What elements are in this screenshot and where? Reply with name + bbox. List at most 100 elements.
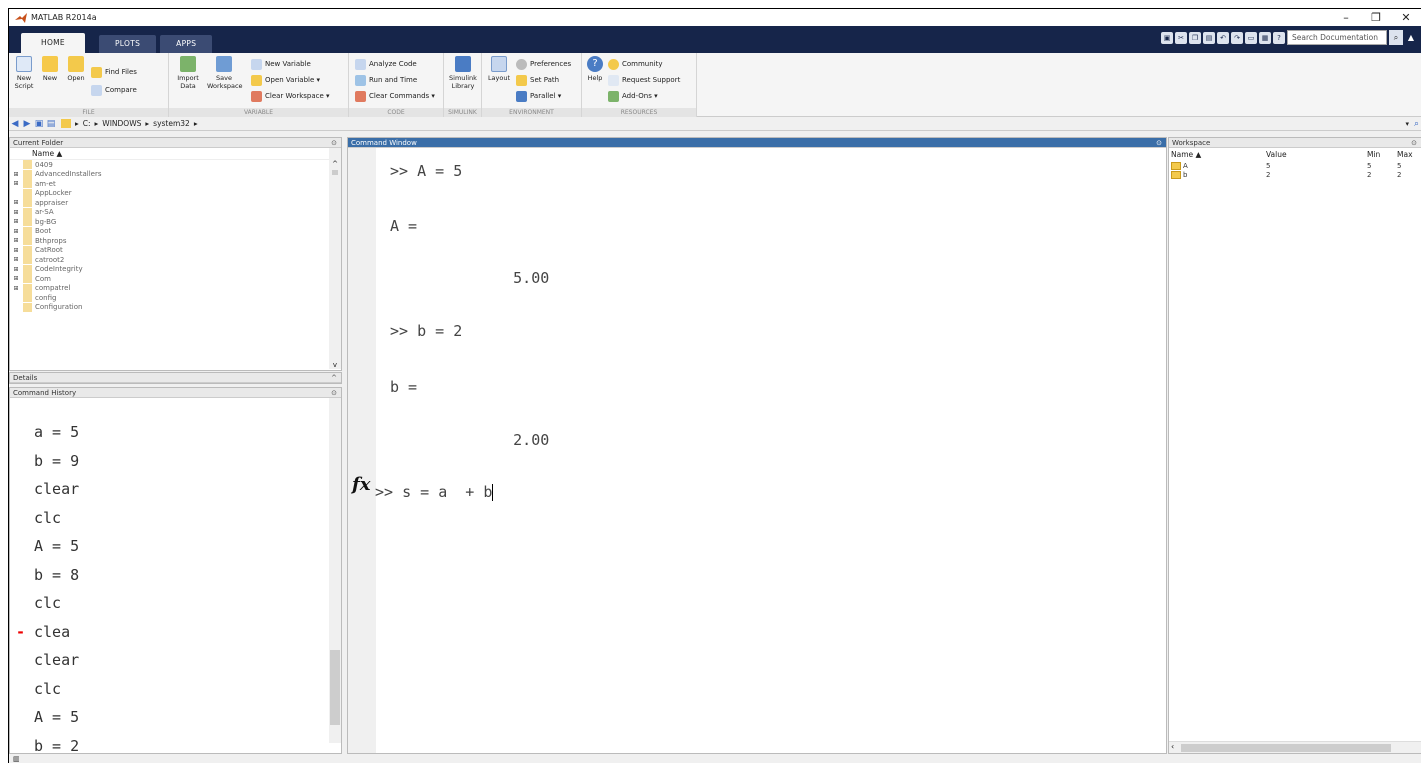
- request-support-button[interactable]: Request Support: [608, 73, 680, 87]
- current-folder-scrollbar[interactable]: ^ v: [329, 148, 341, 369]
- history-item[interactable]: clc: [10, 675, 341, 704]
- open-button[interactable]: Open: [63, 56, 89, 82]
- breadcrumb-segment[interactable]: WINDOWS: [102, 119, 141, 128]
- breadcrumb-segment[interactable]: system32: [153, 119, 190, 128]
- paste-icon[interactable]: ▤: [1203, 31, 1215, 44]
- tab-plots[interactable]: PLOTS: [98, 35, 157, 53]
- expand-icon[interactable]: ⊞: [10, 209, 22, 216]
- analyze-code-button[interactable]: Analyze Code: [355, 57, 417, 71]
- new-script-button[interactable]: New Script: [11, 56, 37, 90]
- history-item[interactable]: b = 9: [10, 447, 341, 476]
- expand-icon[interactable]: ⊞: [10, 275, 22, 282]
- expand-icon[interactable]: ^: [331, 373, 337, 383]
- folder-row[interactable]: ⊞ CodeIntegrity: [10, 264, 341, 275]
- cut-icon[interactable]: ✂: [1175, 31, 1187, 44]
- compare-button[interactable]: Compare: [91, 83, 137, 97]
- address-dropdown-icon[interactable]: ▾: [1405, 120, 1409, 128]
- simulink-library-button[interactable]: Simulink Library: [448, 56, 478, 90]
- max-column-header[interactable]: Max: [1397, 148, 1417, 162]
- close-button[interactable]: ✕: [1391, 9, 1421, 26]
- breadcrumb-segment[interactable]: C:: [83, 119, 91, 128]
- help-icon[interactable]: ?: [1273, 31, 1285, 44]
- folder-row[interactable]: ⊞ Bthprops: [10, 236, 341, 246]
- clear-workspace-button[interactable]: Clear Workspace ▾: [251, 89, 330, 103]
- name-column-header[interactable]: Name ▲: [10, 148, 341, 160]
- add-ons-button[interactable]: Add-Ons ▾: [608, 89, 658, 103]
- panel-menu-icon[interactable]: ⊙: [1411, 138, 1417, 148]
- folder-row[interactable]: ⊞ ar-SA: [10, 207, 341, 218]
- tab-home[interactable]: HOME: [21, 33, 85, 53]
- history-item[interactable]: clc: [10, 589, 341, 618]
- new-button[interactable]: New: [37, 56, 63, 82]
- history-item[interactable]: clc: [10, 504, 341, 533]
- folder-row[interactable]: ⊞ Com: [10, 274, 341, 284]
- folder-row[interactable]: 0409: [10, 160, 341, 170]
- workspace-row[interactable]: b 2 2 2: [1169, 171, 1421, 180]
- history-item[interactable]: b = 8: [10, 561, 341, 590]
- command-prompt-input[interactable]: >> s = a + b: [375, 483, 494, 501]
- folder-row[interactable]: ⊞ appraiser: [10, 198, 341, 208]
- expand-icon[interactable]: ⊞: [10, 180, 22, 187]
- import-data-button[interactable]: Import Data: [175, 56, 201, 90]
- community-button[interactable]: Community: [608, 57, 663, 71]
- history-item[interactable]: b = 2: [10, 732, 341, 754]
- forward-icon[interactable]: ▶: [21, 119, 33, 129]
- expand-icon[interactable]: ⊞: [10, 171, 22, 178]
- search-icon[interactable]: ⌕: [1389, 30, 1403, 45]
- expand-icon[interactable]: ⊞: [10, 266, 22, 273]
- set-path-button[interactable]: Set Path: [516, 73, 559, 87]
- history-item[interactable]: clear: [10, 646, 341, 675]
- new-variable-button[interactable]: New Variable: [251, 57, 311, 71]
- history-item[interactable]: A = 5: [10, 532, 341, 561]
- min-column-header[interactable]: Min: [1367, 148, 1397, 162]
- run-and-time-button[interactable]: Run and Time: [355, 73, 417, 87]
- layout-icon[interactable]: ▦: [1259, 31, 1271, 44]
- folder-row[interactable]: ⊞ am-et: [10, 179, 341, 189]
- name-column-header[interactable]: Name ▲: [1169, 148, 1266, 162]
- expand-icon[interactable]: ⊞: [10, 237, 22, 244]
- value-column-header[interactable]: Value: [1266, 148, 1367, 162]
- save-icon[interactable]: ▣: [1161, 31, 1173, 44]
- expand-icon[interactable]: ⊞: [10, 218, 22, 225]
- history-item[interactable]: clear: [10, 475, 341, 504]
- function-browser-icon[interactable]: fx: [352, 474, 370, 495]
- history-item[interactable]: a = 5: [10, 418, 341, 447]
- folder-row[interactable]: ⊞ AdvancedInstallers: [10, 169, 341, 180]
- workspace-horizontal-scrollbar[interactable]: ‹: [1169, 741, 1421, 753]
- expand-icon[interactable]: ⊞: [10, 256, 22, 263]
- folder-row[interactable]: ⊞ Boot: [10, 226, 341, 237]
- folder-row[interactable]: config: [10, 293, 341, 303]
- open-variable-button[interactable]: Open Variable ▾: [251, 73, 320, 87]
- panel-menu-icon[interactable]: ⊙: [1156, 138, 1162, 148]
- collapse-toolstrip-icon[interactable]: ▲: [1405, 30, 1417, 45]
- switch-windows-icon[interactable]: ▭: [1245, 31, 1257, 44]
- save-workspace-button[interactable]: Save Workspace: [207, 56, 243, 90]
- tab-apps[interactable]: APPS: [160, 35, 213, 53]
- clear-commands-button[interactable]: Clear Commands ▾: [355, 89, 435, 103]
- browse-folder-icon[interactable]: ▤: [45, 119, 57, 129]
- maximize-button[interactable]: ❐: [1361, 9, 1391, 26]
- expand-icon[interactable]: ⊞: [10, 228, 22, 235]
- breadcrumb[interactable]: ▸ C: ▸ WINDOWS ▸ system32 ▸: [75, 119, 198, 128]
- folder-row[interactable]: AppLocker: [10, 188, 341, 199]
- folder-row[interactable]: Configuration: [10, 302, 341, 313]
- panel-menu-icon[interactable]: ⊙: [331, 138, 337, 148]
- expand-icon[interactable]: ⊞: [10, 247, 22, 254]
- minimize-button[interactable]: –: [1331, 9, 1361, 26]
- find-files-button[interactable]: Find Files: [91, 65, 137, 79]
- expand-icon[interactable]: ⊞: [10, 285, 22, 292]
- panel-menu-icon[interactable]: ⊙: [331, 388, 337, 398]
- history-item[interactable]: - clea: [10, 618, 341, 647]
- expand-icon[interactable]: ⊞: [10, 199, 22, 206]
- up-folder-icon[interactable]: ▣: [33, 119, 45, 129]
- details-header[interactable]: Details ^: [10, 373, 341, 383]
- undo-icon[interactable]: ↶: [1217, 31, 1229, 44]
- workspace-row[interactable]: A 5 5 5: [1169, 162, 1421, 171]
- preferences-button[interactable]: Preferences: [516, 57, 571, 71]
- search-documentation-input[interactable]: Search Documentation: [1287, 30, 1387, 45]
- folder-row[interactable]: ⊞ CatRoot: [10, 245, 341, 256]
- help-button[interactable]: ? Help: [584, 56, 606, 82]
- parallel-button[interactable]: Parallel ▾: [516, 89, 561, 103]
- command-history-scrollbar[interactable]: [329, 398, 341, 743]
- layout-button[interactable]: Layout: [486, 56, 512, 82]
